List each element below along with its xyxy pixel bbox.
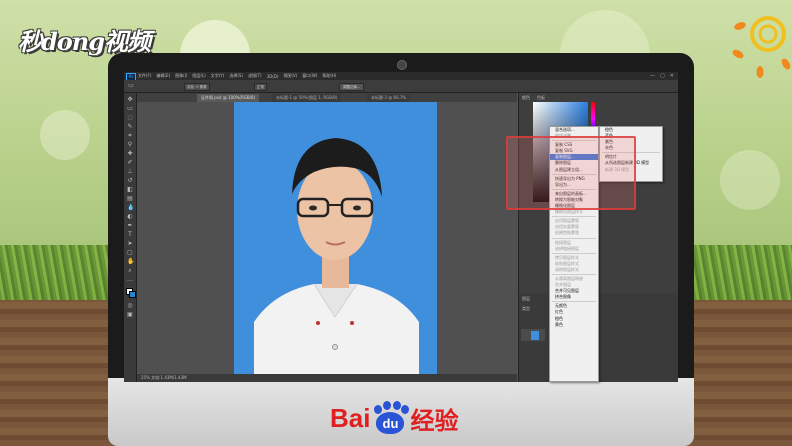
tab-document-3[interactable]: 未标题-2 @ 66.7% [367, 94, 411, 102]
logo-du: du [376, 412, 405, 434]
layers-panel-tab[interactable]: 图层 [522, 295, 530, 302]
color-panel-tab[interactable]: 颜色 [522, 94, 530, 101]
lasso-tool-icon[interactable]: ◌ [127, 115, 133, 121]
tools-panel: ✥ ▭ ◌ ✎ ⌗ ⚲ ✚ ✐ ⊥ ↺ ◧ ▤ 💧 ◐ ✒ T ➤ ▢ ✋ ⌕ … [124, 93, 137, 382]
highlight-annotation [506, 136, 636, 210]
close-icon[interactable]: ✕ [670, 73, 674, 79]
layer-kind-filter[interactable]: 类型 [522, 305, 530, 312]
menu-file[interactable]: 文件(F) [138, 73, 151, 79]
menu-separator [552, 273, 596, 275]
context-menu-item: 清除图层样式 [555, 266, 579, 272]
marquee-tool-icon[interactable]: ▭ [128, 83, 134, 89]
move-tool-icon[interactable]: ✥ [127, 97, 133, 103]
menu-3d[interactable]: 3D(D) [267, 74, 279, 79]
quick-mask-icon[interactable]: ◎ [127, 303, 133, 309]
menu-layer[interactable]: 图层(L) [192, 73, 205, 79]
sun-icon [732, 16, 791, 78]
swatches-panel-tab[interactable]: 色板 [537, 94, 545, 101]
brush-tool-icon[interactable]: ✐ [127, 160, 133, 166]
canvas-area[interactable] [137, 102, 517, 374]
more-tools-icon[interactable]: … [127, 277, 133, 283]
context-menu-item: 创建剪贴蒙版 [555, 230, 579, 236]
eraser-tool-icon[interactable]: ◧ [127, 187, 133, 193]
background-color-swatch[interactable] [129, 291, 136, 298]
window-controls: — ▢ ✕ [650, 73, 674, 79]
marquee-tool-icon[interactable]: ▭ [127, 106, 133, 112]
screen-mode-icon[interactable]: ▣ [127, 312, 133, 318]
options-bar: ▭ 羽化: 0 像素 正常 调整边缘... [124, 80, 678, 93]
path-select-icon[interactable]: ➤ [127, 241, 133, 247]
bokeh-light [40, 110, 90, 160]
crop-tool-icon[interactable]: ⌗ [127, 133, 133, 139]
stamp-tool-icon[interactable]: ⊥ [127, 169, 133, 175]
context-menu-item: 栅格化图层样式 [555, 209, 583, 215]
quick-select-tool-icon[interactable]: ✎ [127, 124, 133, 130]
logo-bai: Bai [330, 402, 371, 433]
menu-view[interactable]: 视图(V) [283, 73, 297, 79]
gradient-tool-icon[interactable]: ▤ [127, 196, 133, 202]
feather-field[interactable]: 羽化: 0 像素 [184, 83, 210, 91]
layer-thumbnail [531, 331, 539, 340]
bokeh-light [720, 150, 780, 210]
menu-separator [552, 252, 596, 254]
context-menu-item[interactable]: 黄色 [550, 322, 598, 328]
style-select[interactable]: 正常 [254, 83, 267, 91]
menu-separator [552, 237, 596, 239]
history-brush-icon[interactable]: ↺ [127, 178, 133, 184]
shape-tool-icon[interactable]: ▢ [127, 250, 133, 256]
webcam [397, 60, 407, 70]
dodge-tool-icon[interactable]: ◐ [127, 214, 133, 220]
menu-bar: Ps 文件(F) 编辑(E) 图像(I) 图层(L) 文字(Y) 选择(S) 滤… [124, 72, 678, 81]
blur-tool-icon[interactable]: 💧 [127, 205, 134, 211]
eyedropper-tool-icon[interactable]: ⚲ [127, 142, 133, 148]
menu-help[interactable]: 帮助(H) [322, 73, 336, 79]
baidu-jingyan-logo: Bai du 经验 [330, 400, 458, 436]
refine-edge-button[interactable]: 调整边缘... [339, 83, 365, 91]
tab-document-2[interactable]: 未标题-1 @ 50%(图层 1, RGB/8) [272, 94, 342, 102]
menu-filter[interactable]: 滤镜(T) [248, 73, 262, 79]
minimize-icon[interactable]: — [650, 73, 655, 79]
paw-icon: du [371, 401, 410, 435]
brand-watermark: 秒dong视频 [18, 27, 151, 56]
layer-row[interactable] [521, 329, 545, 341]
menu-window[interactable]: 窗口(W) [302, 73, 317, 79]
context-menu-item: 选择链接图层 [555, 245, 579, 251]
healing-tool-icon[interactable]: ✚ [127, 151, 133, 157]
hand-tool-icon[interactable]: ✋ [127, 259, 134, 265]
menu-type[interactable]: 文字(Y) [211, 73, 225, 79]
menu-select[interactable]: 选择(S) [229, 73, 243, 79]
maximize-icon[interactable]: ▢ [660, 73, 665, 79]
menu-edit[interactable]: 编辑(E) [156, 73, 170, 79]
status-bar: 25% 文档:1.43M/1.43M [137, 374, 517, 382]
context-menu-item[interactable]: 拼合图像 [550, 294, 598, 300]
portrait-photo [234, 102, 437, 374]
document-tabs: 证件照.psd @ 100%(RGB/8) 未标题-1 @ 50%(图层 1, … [137, 93, 517, 102]
text-tool-icon[interactable]: T [127, 232, 133, 238]
pen-tool-icon[interactable]: ✒ [127, 223, 133, 229]
logo-suffix: 经验 [410, 406, 459, 435]
zoom-tool-icon[interactable]: ⌕ [127, 268, 133, 274]
menu-image[interactable]: 图像(I) [175, 73, 187, 79]
tab-document-1[interactable]: 证件照.psd @ 100%(RGB/8) [197, 94, 260, 102]
